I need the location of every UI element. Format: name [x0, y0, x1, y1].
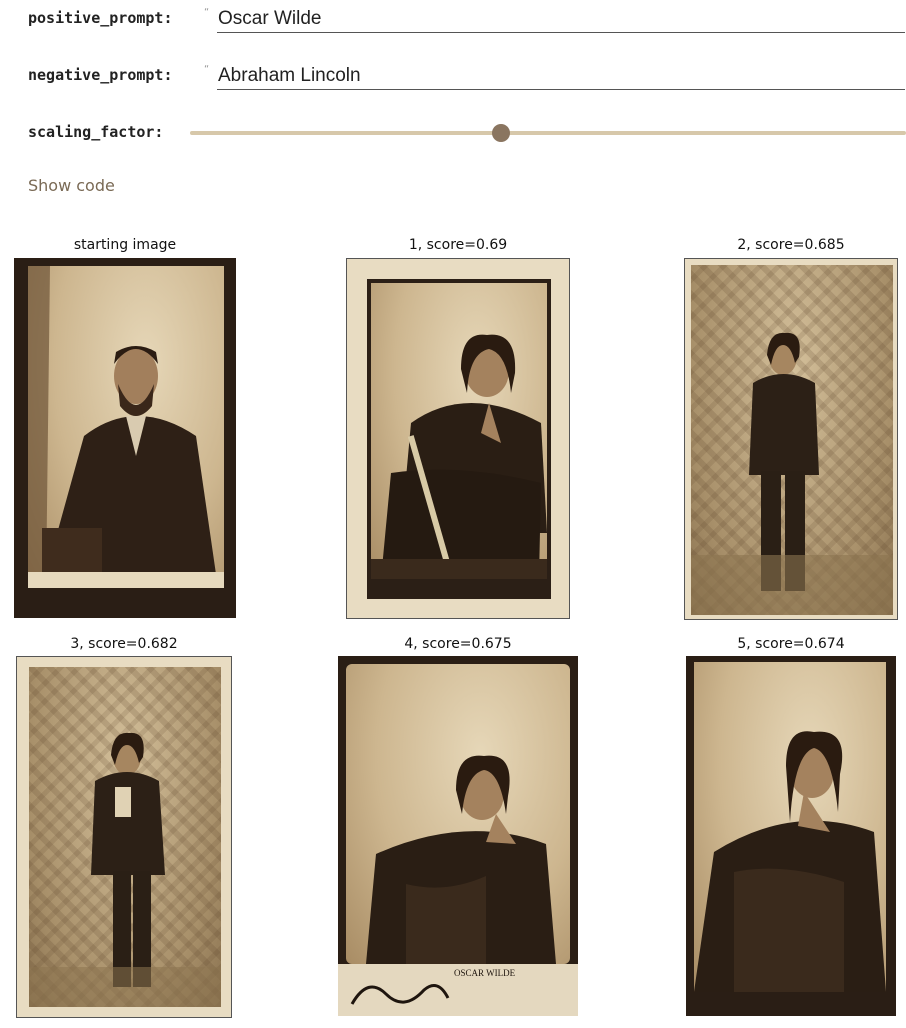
- show-code-link[interactable]: Show code: [28, 176, 115, 195]
- result-title-2: 2, score=0.685: [737, 237, 845, 253]
- card-caption-text: OSCAR WILDE: [454, 968, 516, 978]
- result-title-0: starting image: [73, 237, 177, 253]
- result-image-0: [14, 258, 236, 618]
- result-title-5: 5, score=0.674: [737, 636, 845, 652]
- positive-prompt-row: positive_prompt:: [28, 9, 173, 27]
- string-quote-icon: “: [204, 7, 210, 18]
- portrait-figure: [691, 332, 893, 615]
- result-image-2: [684, 258, 898, 620]
- result-image-4: OSCAR WILDE: [338, 656, 578, 1016]
- positive-prompt-label: positive_prompt:: [28, 9, 173, 27]
- portrait-figure: [371, 334, 547, 579]
- portrait-figure: [694, 731, 886, 992]
- result-title-1: 1, score=0.69: [408, 237, 508, 253]
- negative-prompt-label: negative_prompt:: [28, 66, 173, 84]
- result-image-5: [686, 656, 896, 1016]
- card-caption-strip: OSCAR WILDE: [338, 964, 578, 1016]
- string-quote-icon: “: [204, 64, 210, 75]
- result-title-4: 4, score=0.675: [404, 636, 512, 652]
- scaling-factor-slider-thumb[interactable]: [492, 124, 510, 142]
- result-title-3: 3, score=0.682: [70, 636, 178, 652]
- scaling-factor-row: scaling_factor:: [28, 123, 163, 141]
- negative-prompt-input[interactable]: [217, 62, 905, 90]
- portrait-figure: [366, 755, 556, 964]
- scaling-factor-slider-track[interactable]: [190, 131, 906, 135]
- positive-prompt-input[interactable]: [217, 5, 905, 33]
- negative-prompt-row: negative_prompt:: [28, 66, 173, 84]
- portrait-figure: [28, 266, 224, 588]
- result-image-1: [346, 258, 570, 619]
- scaling-factor-label: scaling_factor:: [28, 123, 164, 141]
- result-image-3: [16, 656, 232, 1018]
- portrait-figure: [29, 732, 221, 1007]
